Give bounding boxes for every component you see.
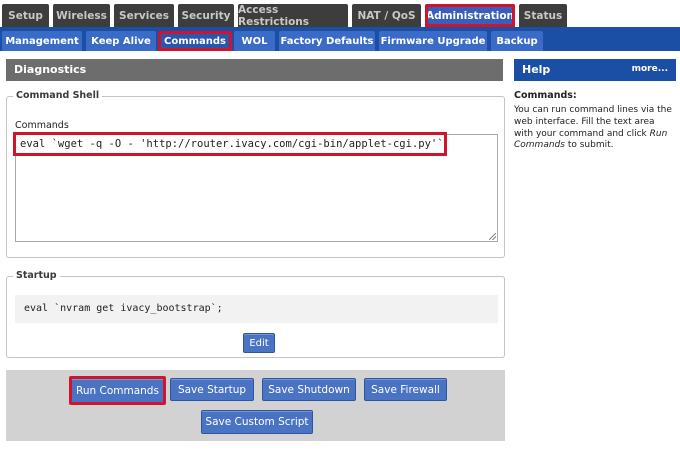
tab-wireless[interactable]: Wireless <box>53 4 110 27</box>
help-text: You can run command lines via the web in… <box>514 105 672 151</box>
tab-security[interactable]: Security <box>178 4 234 27</box>
tab-access-restrictions[interactable]: Access Restrictions <box>238 4 348 28</box>
subtab-wol[interactable]: WOL <box>234 31 275 51</box>
tab-nat-qos[interactable]: NAT / QoS <box>352 4 421 27</box>
save-shutdown-button[interactable]: Save Shutdown <box>262 378 356 401</box>
sub-nav: Management Keep Alive Commands WOL Facto… <box>0 27 680 51</box>
subtab-keep-alive[interactable]: Keep Alive <box>86 31 156 51</box>
subtab-commands[interactable]: Commands <box>158 31 232 51</box>
tab-status[interactable]: Status <box>519 4 567 27</box>
command-highlight <box>13 132 447 156</box>
subtab-firmware-upgrade[interactable]: Firmware Upgrade <box>379 31 487 51</box>
tab-administration[interactable]: Administration <box>425 4 515 27</box>
tab-setup[interactable]: Setup <box>2 4 49 27</box>
startup-script: eval `nvram get ivacy_bootstrap`; <box>15 295 498 323</box>
resize-grip-icon[interactable] <box>489 233 496 240</box>
startup-fieldset: Startup eval `nvram get ivacy_bootstrap`… <box>6 270 505 358</box>
main-nav: Setup Wireless Services Security Access … <box>0 0 680 28</box>
save-custom-script-button[interactable]: Save Custom Script <box>201 410 313 434</box>
startup-legend: Startup <box>13 270 60 281</box>
subtab-backup[interactable]: Backup <box>491 31 543 51</box>
command-shell-fieldset: Command Shell Commands eval `wget -q -O … <box>6 90 505 258</box>
tab-services[interactable]: Services <box>114 4 174 27</box>
subtab-management[interactable]: Management <box>2 31 82 51</box>
edit-button[interactable]: Edit <box>243 333 275 353</box>
help-more-link[interactable]: more... <box>632 64 668 74</box>
help-header: Help more... <box>514 59 676 81</box>
help-title: Help <box>522 63 551 76</box>
help-body: Commands: You can run command lines via … <box>514 90 676 152</box>
save-startup-button[interactable]: Save Startup <box>170 378 254 401</box>
command-shell-legend: Command Shell <box>13 90 103 101</box>
run-commands-button[interactable]: Run Commands <box>69 376 166 405</box>
save-firewall-button[interactable]: Save Firewall <box>364 378 447 401</box>
commands-label: Commands <box>15 120 69 131</box>
help-heading: Commands: <box>514 90 577 101</box>
section-title-diagnostics: Diagnostics <box>6 59 503 81</box>
action-panel: Run Commands Save Startup Save Shutdown … <box>6 370 505 441</box>
subtab-factory-defaults[interactable]: Factory Defaults <box>279 31 375 51</box>
